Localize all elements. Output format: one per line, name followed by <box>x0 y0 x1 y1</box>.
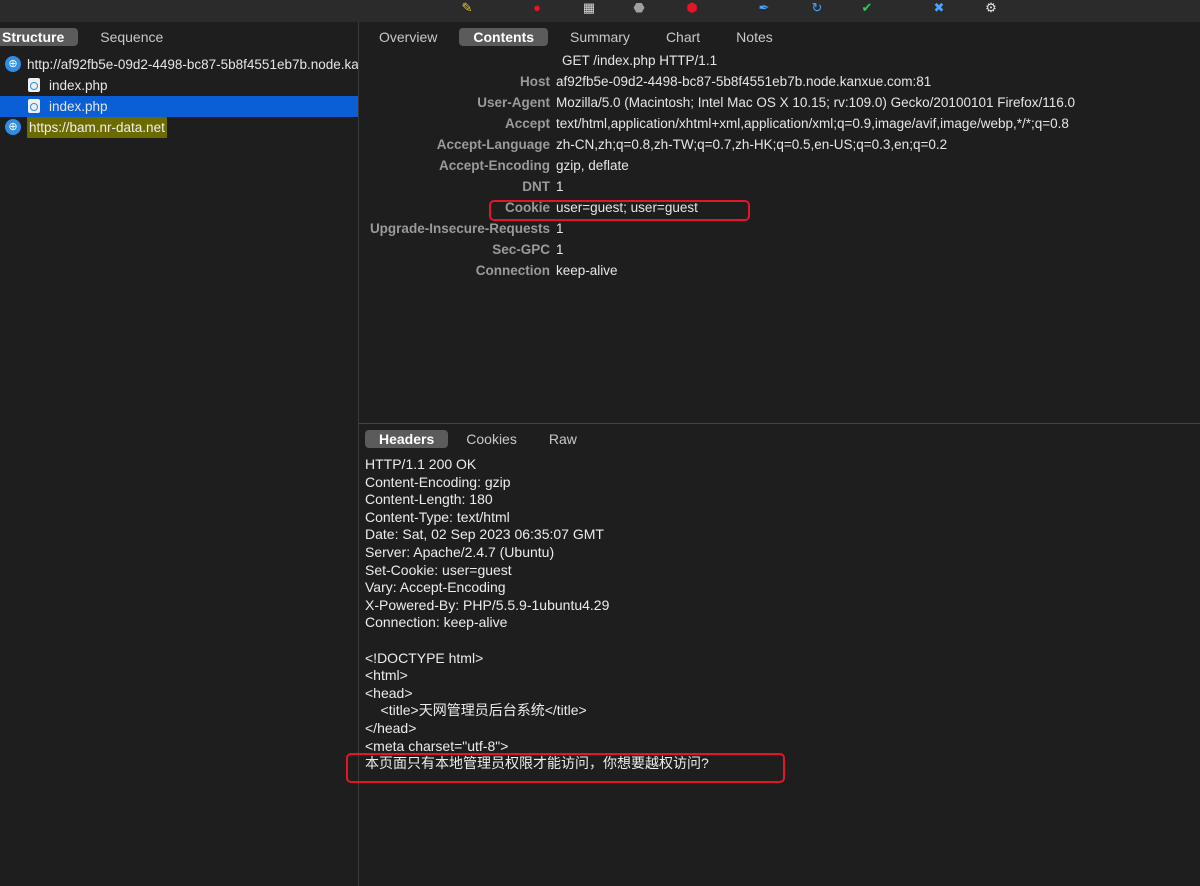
left-tab-bar: Structure Sequence <box>0 22 358 52</box>
request-header-row[interactable]: Accept-Encoding gzip, deflate <box>359 155 1200 176</box>
header-key: Sec-GPC <box>492 242 550 257</box>
response-line: HTTP/1.1 200 OK <box>365 456 477 472</box>
response-line: Content-Type: text/html <box>365 508 510 525</box>
request-header-row[interactable]: Sec-GPC 1 <box>359 239 1200 260</box>
message-annotation-box <box>346 753 785 783</box>
response-line: Vary: Accept-Encoding <box>365 579 506 596</box>
request-header-row[interactable]: Cookie user=guest; user=guest <box>359 197 1200 218</box>
request-header-row[interactable]: User-Agent Mozilla/5.0 (Macintosh; Intel … <box>359 92 1200 113</box>
header-value: gzip, deflate <box>556 158 629 173</box>
response-line: Date: Sat, 02 Sep 2023 06:35:07 GMT <box>365 526 604 543</box>
response-line: Server: Apache/2.4.7 (Ubuntu) <box>365 543 555 560</box>
header-key: User-Agent <box>477 95 550 110</box>
response-line: <!DOCTYPE html> <box>365 649 484 666</box>
response-line: </head> <box>365 719 417 736</box>
header-value: af92fb5e-09d2-4498-bc87-5b8f4551eb7b.nod… <box>556 74 932 89</box>
structure-panel: Structure Sequence ⊕ http://af92fb5e-09d… <box>0 22 359 886</box>
document-icon <box>28 99 40 113</box>
response-line: Set-Cookie: user=guest <box>365 561 512 578</box>
header-key: Accept-Encoding <box>438 158 550 173</box>
response-line: <title>天网管理员后台系统</title> <box>365 702 587 719</box>
response-line: X-Powered-By: PHP/5.5.9-1ubuntu4.29 <box>365 596 610 613</box>
header-key: Host <box>520 74 550 89</box>
header-key: Connection <box>475 263 550 278</box>
tools-icon[interactable]: ✖ <box>930 0 948 16</box>
tree-item-index-php-selected[interactable]: index.php <box>0 96 358 117</box>
highlighter-icon[interactable]: ✎ <box>458 0 476 16</box>
tree-item-index-php[interactable]: index.php <box>0 75 358 96</box>
response-line: Content-Encoding: gzip <box>365 473 511 490</box>
globe-icon: ⊕ <box>5 119 21 135</box>
tab-contents[interactable]: Contents <box>459 28 549 46</box>
request-line: GET /index.php HTTP/1.1 <box>562 53 718 68</box>
request-header-row[interactable]: Host af92fb5e-09d2-4498-bc87-5b8f4551eb7b… <box>359 71 1200 92</box>
response-line: Content-Length: 180 <box>365 491 493 508</box>
request-tab-bar: Overview Contents Summary Chart Notes <box>359 22 1200 52</box>
document-icon <box>28 78 40 92</box>
request-headers-table: Host af92fb5e-09d2-4498-bc87-5b8f4551eb7b… <box>359 71 1200 281</box>
cookie-annotation-box <box>489 200 750 221</box>
header-key: Accept-Language <box>436 137 550 152</box>
request-header-row[interactable]: Upgrade-Insecure-Requests 1 <box>359 218 1200 239</box>
request-header-row[interactable]: Accept text/html,application/xhtml+xml,ap… <box>359 113 1200 134</box>
tree-item-label: https://bam.nr-data.net <box>27 117 167 138</box>
tab-cookies[interactable]: Cookies <box>452 430 531 448</box>
edit-icon[interactable]: ✒ <box>755 0 773 16</box>
request-header-row[interactable]: DNT 1 <box>359 176 1200 197</box>
tree-item-label: index.php <box>49 99 108 114</box>
toolbar: ✎ ● ▦ ⬣ ⬢ ✒ ↻ ✔ ✖ ⚙ <box>0 0 1200 22</box>
tab-chart[interactable]: Chart <box>652 28 714 46</box>
response-line <box>365 632 1200 650</box>
response-line: Connection: keep-alive <box>365 614 508 631</box>
response-line: <html> <box>365 667 408 684</box>
header-key: Accept <box>504 116 550 131</box>
header-value: Mozilla/5.0 (Macintosh; Intel Mac OS X 1… <box>556 95 1076 110</box>
tree-item-nr-data[interactable]: ⊕ https://bam.nr-data.net <box>0 117 358 138</box>
tab-structure[interactable]: Structure <box>0 28 79 46</box>
header-key: DNT <box>522 179 550 194</box>
header-value: 1 <box>556 179 564 194</box>
clear-icon[interactable]: ▦ <box>580 0 598 16</box>
host-tree: ⊕ http://af92fb5e-09d2-4498-bc87-5b8f455… <box>0 54 358 138</box>
tab-headers[interactable]: Headers <box>365 430 449 448</box>
repeat-icon[interactable]: ↻ <box>808 0 826 16</box>
tree-item-host[interactable]: ⊕ http://af92fb5e-09d2-4498-bc87-5b8f455… <box>0 54 358 75</box>
header-value: zh-CN,zh;q=0.8,zh-TW;q=0.7,zh-HK;q=0.5,e… <box>556 137 948 152</box>
request-header-row[interactable]: Accept-Language zh-CN,zh;q=0.8,zh-TW;q=0.… <box>359 134 1200 155</box>
tree-item-label: http://af92fb5e-09d2-4498-bc87-5b8f4551e… <box>27 57 358 72</box>
tab-summary[interactable]: Summary <box>556 28 644 46</box>
globe-icon: ⊕ <box>5 56 21 72</box>
response-tab-bar: Headers Cookies Raw <box>359 424 1200 454</box>
tab-notes[interactable]: Notes <box>722 28 787 46</box>
header-value: 1 <box>556 221 564 236</box>
response-body: HTTP/1.1 200 OK Content-Encoding: gzip Con… <box>359 456 1200 773</box>
header-value: 1 <box>556 242 564 257</box>
turtle-icon[interactable]: ⬣ <box>630 0 648 16</box>
header-value: text/html,application/xhtml+xml,applicat… <box>556 116 1069 131</box>
header-value: keep-alive <box>556 263 618 278</box>
settings-icon[interactable]: ⚙ <box>982 0 1000 16</box>
header-key: Upgrade-Insecure-Requests <box>369 221 550 236</box>
tab-raw[interactable]: Raw <box>535 430 591 448</box>
tree-item-label: index.php <box>49 78 108 93</box>
request-header-row[interactable]: Connection keep-alive <box>359 260 1200 281</box>
response-line: <head> <box>365 684 413 701</box>
record-icon[interactable]: ● <box>528 0 546 16</box>
validate-icon[interactable]: ✔ <box>858 0 876 16</box>
stop-icon[interactable]: ⬢ <box>683 0 701 16</box>
response-pane: Headers Cookies Raw HTTP/1.1 200 OK Conte… <box>359 424 1200 773</box>
tab-overview[interactable]: Overview <box>365 28 451 46</box>
tab-sequence[interactable]: Sequence <box>86 28 177 46</box>
